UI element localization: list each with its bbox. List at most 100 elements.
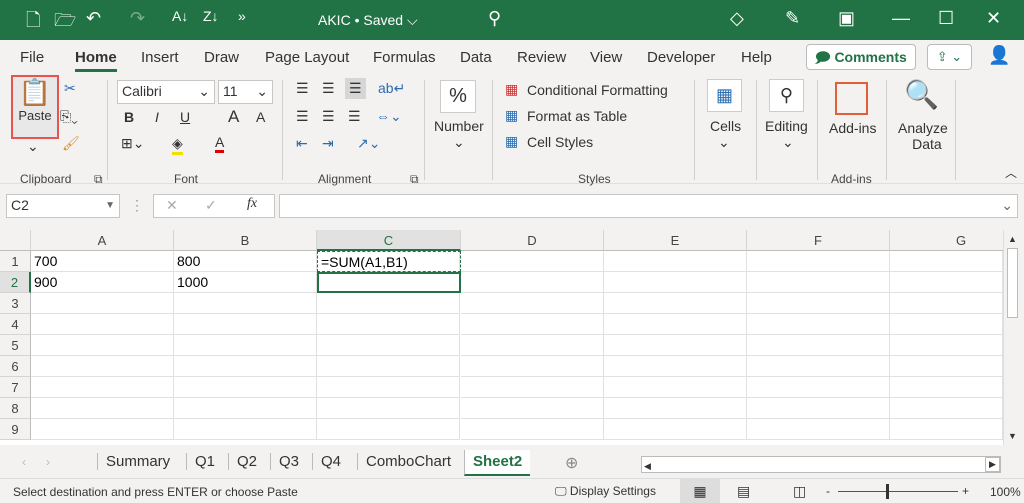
grid-cell[interactable]	[174, 377, 317, 398]
enter-icon[interactable]: ✓	[205, 197, 217, 214]
wrap-text-icon[interactable]: ab↵	[378, 80, 405, 97]
grid-cell[interactable]	[890, 377, 1003, 398]
tab-home[interactable]: Home	[75, 49, 117, 72]
row-header[interactable]: 7	[0, 377, 31, 398]
grid-cell[interactable]	[317, 356, 460, 377]
worksheet-grid[interactable]: A B C D E F G 123456789 700 800 =SUM(A1,…	[0, 230, 1003, 445]
borders-icon[interactable]: ⊞⌄	[121, 135, 144, 152]
search-icon[interactable]: ⚲	[488, 8, 501, 29]
grid-cell[interactable]	[747, 419, 890, 440]
grid-cell[interactable]	[174, 419, 317, 440]
scroll-tabs-right-icon[interactable]: ›	[46, 455, 50, 469]
grid-cell[interactable]	[604, 293, 747, 314]
maximize-icon[interactable]: ☐	[938, 8, 954, 29]
increase-indent-icon[interactable]: ⇥	[322, 135, 334, 152]
align-right-icon[interactable]: ☰	[348, 108, 361, 125]
tab-page-layout[interactable]: Page Layout	[265, 49, 349, 66]
sheet-tab-summary[interactable]: Summary	[97, 453, 178, 470]
column-header[interactable]: E	[604, 230, 747, 251]
scroll-right-icon[interactable]: ▶	[985, 457, 1000, 472]
chevron-down-icon[interactable]: ⌄	[718, 134, 730, 151]
merge-center-icon[interactable]: ⇔⌄	[376, 108, 402, 125]
cell-b2[interactable]: 1000	[174, 272, 317, 293]
row-header[interactable]: 3	[0, 293, 31, 314]
page-break-view-icon[interactable]: ◫	[793, 483, 806, 500]
number-format-button[interactable]: Number	[434, 118, 484, 134]
align-center-icon[interactable]: ☰	[322, 108, 335, 125]
grid-cell[interactable]	[890, 335, 1003, 356]
row-header[interactable]: 6	[0, 356, 31, 377]
grid-cell[interactable]	[174, 314, 317, 335]
page-layout-view-icon[interactable]: ▤	[737, 483, 750, 500]
grid-cell[interactable]	[174, 398, 317, 419]
grid-cell[interactable]	[890, 251, 1003, 272]
fill-color-icon[interactable]: ◈	[172, 135, 183, 155]
tab-file[interactable]: File	[20, 49, 44, 66]
chevron-down-icon[interactable]: ⌄	[782, 134, 794, 151]
grid-cell[interactable]	[890, 272, 1003, 293]
decrease-font-button[interactable]: A	[256, 109, 265, 125]
grid-cell[interactable]	[604, 356, 747, 377]
premium-diamond-icon[interactable]: ◇	[730, 8, 744, 29]
sheet-tab-q2[interactable]: Q2	[228, 453, 265, 470]
cell-c1[interactable]: =SUM(A1,B1)	[317, 251, 461, 272]
select-all-corner[interactable]	[0, 230, 31, 251]
underline-button[interactable]: U	[180, 109, 190, 125]
collapse-ribbon-icon[interactable]: ︿	[1005, 164, 1017, 181]
cells-button[interactable]: Cells	[710, 118, 741, 134]
row-header[interactable]: 2	[0, 272, 31, 293]
align-top-icon[interactable]: ☰	[296, 80, 309, 97]
grid-cell[interactable]	[174, 293, 317, 314]
sheet-tab-q3[interactable]: Q3	[270, 453, 307, 470]
column-header[interactable]: A	[31, 230, 174, 251]
document-title[interactable]: AKIC • Saved ⌵	[318, 12, 418, 29]
share-button[interactable]: ⇪ ⌄	[927, 44, 972, 70]
zoom-slider-thumb[interactable]	[886, 484, 889, 499]
grid-cell[interactable]	[461, 272, 604, 293]
decrease-indent-icon[interactable]: ⇤	[296, 135, 308, 152]
row-header[interactable]: 1	[0, 251, 31, 272]
grid-cell[interactable]	[31, 398, 174, 419]
grid-cell[interactable]	[890, 398, 1003, 419]
formula-input[interactable]: ⌄	[279, 194, 1018, 218]
font-name-select[interactable]: Calibri ⌄	[117, 80, 215, 104]
percent-icon[interactable]: %	[440, 80, 476, 113]
grid-cell[interactable]	[31, 356, 174, 377]
dialog-launcher-icon[interactable]: ⧉	[94, 172, 103, 187]
grid-cell[interactable]	[747, 335, 890, 356]
new-file-icon[interactable]: 🗋	[26, 8, 40, 38]
font-color-button[interactable]: A	[215, 134, 225, 153]
grid-cell[interactable]	[461, 335, 604, 356]
italic-button[interactable]: I	[155, 109, 159, 125]
grid-cell[interactable]	[747, 293, 890, 314]
zoom-out-button[interactable]: -	[826, 484, 830, 498]
tab-developer[interactable]: Developer	[647, 49, 715, 66]
redo-icon[interactable]: ↷	[130, 8, 145, 29]
tab-view[interactable]: View	[590, 49, 622, 66]
scroll-tabs-left-icon[interactable]: ‹	[22, 455, 26, 469]
grid-cell[interactable]	[461, 377, 604, 398]
grid-cell[interactable]	[890, 293, 1003, 314]
grid-cell[interactable]	[890, 356, 1003, 377]
grid-cell[interactable]	[604, 314, 747, 335]
tab-draw[interactable]: Draw	[204, 49, 239, 66]
grid-cell[interactable]	[747, 398, 890, 419]
add-sheet-icon[interactable]: ⊕	[565, 453, 578, 473]
bold-button[interactable]: B	[124, 109, 134, 125]
row-header[interactable]: 8	[0, 398, 31, 419]
pen-icon[interactable]: ✎	[785, 8, 800, 29]
grid-cell[interactable]	[461, 356, 604, 377]
dialog-launcher-icon[interactable]: ⧉	[410, 172, 419, 187]
zoom-level[interactable]: 100%	[990, 485, 1021, 499]
grid-cell[interactable]	[747, 356, 890, 377]
grid-cell[interactable]	[461, 293, 604, 314]
grid-cell[interactable]	[317, 314, 460, 335]
comments-button[interactable]: 🗩 Comments	[806, 44, 916, 70]
grid-cell[interactable]	[317, 335, 460, 356]
column-header[interactable]: G	[890, 230, 1003, 251]
vertical-scrollbar[interactable]: ▲ ▼	[1003, 230, 1021, 445]
sheet-tab-sheet2[interactable]: Sheet2	[464, 450, 531, 476]
display-settings-button[interactable]: 🖵 Display Settings	[555, 484, 656, 499]
analyze-data-button[interactable]: Analyze Data	[898, 120, 948, 152]
column-header[interactable]: B	[174, 230, 317, 251]
